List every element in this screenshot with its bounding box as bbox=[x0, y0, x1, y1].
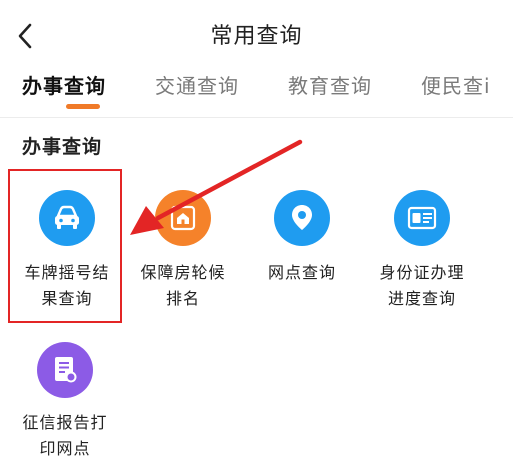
tab-traffic-query[interactable]: 交通查询 bbox=[155, 70, 239, 99]
tabs-divider bbox=[0, 117, 513, 118]
credit-report-print-outlet-item[interactable]: 征信报告打 印网点 bbox=[6, 342, 124, 462]
document-icon bbox=[37, 342, 93, 398]
section-title: 办事查询 bbox=[22, 136, 103, 158]
highlight-box bbox=[8, 169, 122, 323]
item-label: 征信报告打 印网点 bbox=[22, 413, 108, 458]
tab-bar: 办事查询 交通查询 教育查询 便民查i bbox=[0, 66, 513, 112]
tab-office-query[interactable]: 办事查询 bbox=[22, 70, 106, 99]
nav-bar: 常用查询 bbox=[0, 0, 513, 66]
page-title: 常用查询 bbox=[210, 24, 303, 49]
outlet-query-item[interactable]: 网点查询 bbox=[243, 190, 361, 300]
affordable-housing-ranking-item[interactable]: 保障房轮候 排名 bbox=[124, 190, 242, 320]
item-label: 身份证办理 进度查询 bbox=[379, 263, 465, 308]
item-label: 网点查询 bbox=[267, 263, 336, 282]
item-label: 保障房轮候 排名 bbox=[140, 263, 226, 308]
location-pin-icon bbox=[274, 190, 330, 246]
tab-education-query[interactable]: 教育查询 bbox=[288, 70, 372, 99]
house-icon bbox=[155, 190, 211, 246]
tab-convenience-query[interactable]: 便民查i bbox=[421, 70, 491, 99]
active-tab-indicator bbox=[66, 104, 100, 109]
id-card-progress-query-item[interactable]: 身份证办理 进度查询 bbox=[363, 190, 481, 320]
id-card-icon bbox=[394, 190, 450, 246]
